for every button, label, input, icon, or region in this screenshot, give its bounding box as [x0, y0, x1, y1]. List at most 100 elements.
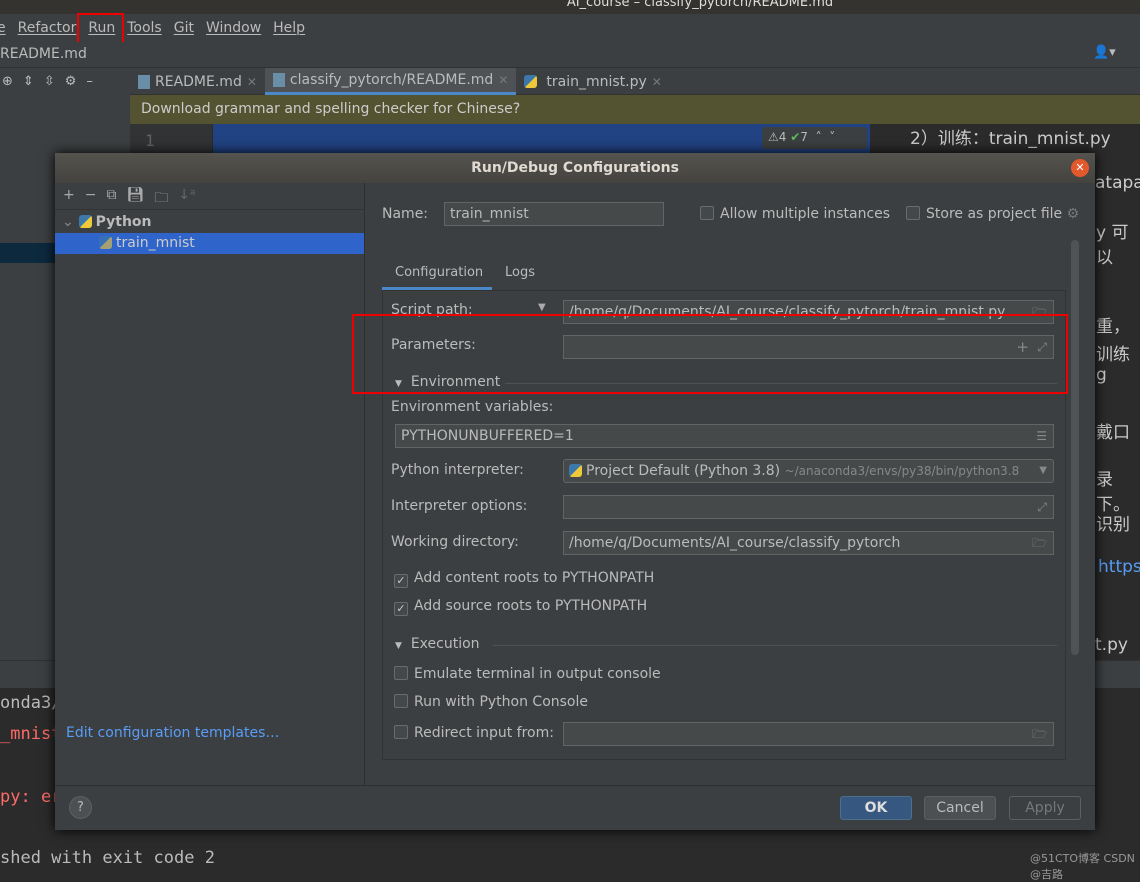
- tree-item-train-mnist[interactable]: train_mnist: [55, 233, 364, 254]
- name-label: Name:: [382, 206, 429, 222]
- workdir-input[interactable]: /home/q/Documents/AI_course/classify_pyt…: [563, 531, 1054, 555]
- ok-count: 7: [800, 130, 808, 144]
- apply-button[interactable]: Apply: [1009, 796, 1081, 820]
- add-icon[interactable]: +: [63, 187, 75, 205]
- checkbox[interactable]: [700, 206, 714, 220]
- execution-title: Execution: [410, 636, 480, 652]
- preview-text: 戴口: [1096, 423, 1130, 443]
- close-icon[interactable]: ✕: [498, 73, 508, 87]
- emulate-terminal-checkbox[interactable]: Emulate terminal in output console: [394, 666, 661, 682]
- cancel-button[interactable]: Cancel: [924, 796, 996, 820]
- close-icon[interactable]: ✕: [652, 75, 662, 89]
- console-line: _mnist: [0, 724, 62, 744]
- checkbox[interactable]: [394, 725, 408, 739]
- console-line: shed with exit code 2: [0, 848, 215, 868]
- source-roots-label: Add source roots to PYTHONPATH: [414, 598, 648, 614]
- redirect-input-checkbox[interactable]: Redirect input from:: [394, 725, 554, 741]
- user-icon[interactable]: 👤▾: [1093, 45, 1116, 60]
- interpreter-label: Python interpreter:: [391, 462, 524, 478]
- python-file-icon: [524, 75, 538, 88]
- python-icon: [569, 464, 582, 477]
- ok-button[interactable]: OK: [840, 796, 912, 820]
- env-vars-label: Environment variables:: [391, 399, 554, 415]
- content-roots-checkbox[interactable]: ✓ Add content roots to PYTHONPATH: [394, 570, 654, 588]
- preview-link[interactable]: https: [1098, 557, 1140, 577]
- folder-icon[interactable]: 🗁: [1032, 723, 1047, 745]
- preview-text: 重，: [1096, 317, 1130, 337]
- interp-options-label: Interpreter options:: [391, 498, 528, 514]
- preview-text: atapat: [1095, 173, 1140, 193]
- hide-icon[interactable]: –: [86, 74, 93, 89]
- expand-icon[interactable]: ⤢: [1037, 496, 1047, 518]
- tab-train-mnist[interactable]: train_mnist.py ✕: [516, 68, 669, 95]
- execution-section[interactable]: ▼ Execution: [395, 636, 1057, 652]
- checkbox-checked[interactable]: ✓: [394, 602, 408, 616]
- tab-label: train_mnist.py: [546, 73, 647, 90]
- checkbox[interactable]: [394, 666, 408, 680]
- redirect-input-label: Redirect input from:: [414, 725, 554, 741]
- dropdown-arrow-icon[interactable]: ▼: [538, 302, 546, 313]
- checkbox[interactable]: [906, 206, 920, 220]
- collapse-triangle-icon[interactable]: ▼: [395, 641, 402, 651]
- nav-file[interactable]: README.md: [0, 46, 87, 62]
- interpreter-select[interactable]: Project Default (Python 3.8) ~/anaconda3…: [563, 459, 1054, 483]
- list-icon[interactable]: ☰: [1036, 425, 1047, 447]
- tab-configuration[interactable]: Configuration: [382, 257, 492, 290]
- scrollbar[interactable]: [1071, 240, 1079, 655]
- gear-icon[interactable]: ⚙: [65, 74, 77, 89]
- tree-toolbar: + − ⧉ 💾︎ 🗀 ↓ᵃ: [55, 183, 364, 210]
- window-title: AI_course – classify_pytorch/README.md: [566, 0, 834, 10]
- workdir-label: Working directory:: [391, 534, 519, 550]
- menu-tools[interactable]: Tools: [127, 20, 162, 36]
- folder-icon[interactable]: 🗁: [1032, 532, 1047, 554]
- python-icon: [99, 236, 112, 249]
- interp-options-input[interactable]: ⤢: [563, 495, 1054, 519]
- tab-readme[interactable]: README.md ✕: [130, 68, 265, 95]
- remove-icon[interactable]: −: [85, 187, 97, 205]
- tab-logs[interactable]: Logs: [505, 265, 535, 280]
- menu-help[interactable]: Help: [273, 20, 305, 36]
- menu-git[interactable]: Git: [174, 20, 194, 36]
- console-line: py: er: [0, 787, 62, 807]
- python-console-checkbox[interactable]: Run with Python Console: [394, 694, 588, 710]
- dropdown-arrow-icon[interactable]: ▼: [1039, 460, 1047, 482]
- locate-icon[interactable]: ⊕: [2, 74, 13, 89]
- expand-all-icon[interactable]: ⇕: [23, 74, 34, 89]
- content-roots-label: Add content roots to PYTHONPATH: [414, 570, 655, 586]
- checkbox[interactable]: [394, 694, 408, 708]
- menu-refactor[interactable]: Refactor: [18, 20, 77, 36]
- env-vars-input[interactable]: PYTHONUNBUFFERED=1 ☰: [395, 424, 1054, 448]
- gear-icon[interactable]: ⚙: [1067, 206, 1080, 222]
- menu-window[interactable]: Window: [206, 20, 261, 36]
- new-folder-icon[interactable]: 🗀: [154, 187, 168, 206]
- tab-label: README.md: [155, 73, 242, 90]
- tree-group-python[interactable]: ⌄ Python: [55, 212, 364, 233]
- tab-classify-readme[interactable]: classify_pytorch/README.md ✕: [264, 68, 517, 95]
- allow-multiple-label: Allow multiple instances: [720, 206, 891, 222]
- allow-multiple-checkbox[interactable]: Allow multiple instances: [700, 206, 890, 222]
- source-roots-checkbox[interactable]: ✓ Add source roots to PYTHONPATH: [394, 598, 647, 616]
- redirect-input-field[interactable]: 🗁: [563, 722, 1054, 746]
- interpreter-path: ~/anaconda3/envs/py38/bin/python3.8: [784, 464, 1020, 478]
- copy-icon[interactable]: ⧉: [106, 187, 116, 205]
- navigation-bar: README.md 👤▾: [0, 42, 1140, 68]
- run-debug-dialog: Run/Debug Configurations ✕ + − ⧉ 💾︎ 🗀 ↓ᵃ ⌄ Py…: [55, 153, 1095, 830]
- close-icon[interactable]: ✕: [247, 75, 257, 89]
- sort-icon[interactable]: ↓ᵃ: [178, 187, 195, 205]
- chevron-down-icon[interactable]: ⌄: [62, 214, 74, 230]
- close-icon[interactable]: ✕: [1071, 159, 1089, 177]
- save-icon[interactable]: 💾︎: [126, 187, 144, 205]
- line-number: 1: [130, 124, 212, 154]
- edit-templates-link[interactable]: Edit configuration templates…: [66, 725, 279, 741]
- menu-file[interactable]: e: [0, 20, 6, 36]
- checkbox-checked[interactable]: ✓: [394, 574, 408, 588]
- grammar-checker-banner[interactable]: Download grammar and spelling checker fo…: [130, 95, 1140, 124]
- store-project-checkbox[interactable]: Store as project file ⚙: [906, 206, 1079, 222]
- tree-group-label: Python: [95, 214, 152, 230]
- tree-item-label: train_mnist: [116, 235, 195, 251]
- help-button[interactable]: ?: [69, 796, 92, 819]
- inspection-widget[interactable]: ⚠4 ✔7 ˄ ˅: [762, 127, 867, 149]
- name-input[interactable]: train_mnist: [444, 202, 664, 226]
- check-icon: ✔: [790, 130, 801, 144]
- collapse-all-icon[interactable]: ⇳: [44, 74, 55, 89]
